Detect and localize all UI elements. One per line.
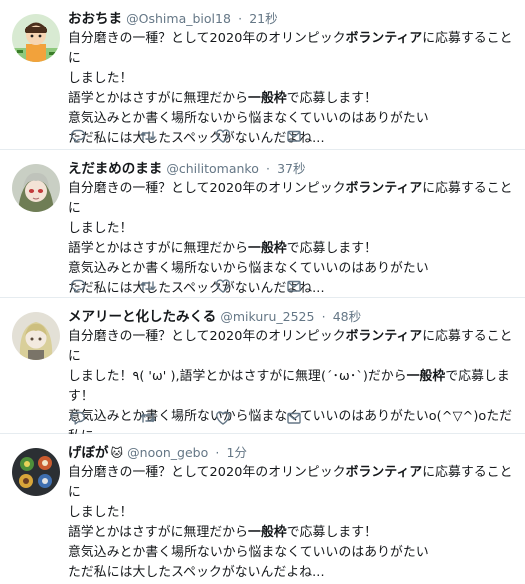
tweet-text-line: 自分磨きの一種？として2020年のオリンピックボランティアに応募することに (68, 329, 513, 364)
highlighted-keyword: ボランティア (345, 329, 423, 344)
tweet-header: げぼが 🐱 @noon_gebo · 1分 (68, 444, 515, 462)
tweet-text-line: 自分磨きの一種？として2020年のオリンピックボランティアに応募することに (68, 31, 513, 66)
tweet-text-line: 意気込みとか書く場所ないから悩まなくていいのはありがたい (68, 545, 429, 560)
like-button[interactable] (213, 408, 233, 428)
reply-button[interactable] (68, 276, 88, 296)
dm-icon (286, 410, 302, 426)
highlighted-keyword: ボランティア (345, 31, 423, 46)
direct-message-button[interactable] (284, 126, 304, 146)
timestamp[interactable]: 1分 (227, 445, 247, 460)
user-handle[interactable]: @chilitomanko (166, 161, 258, 176)
tweet-text-line: ただ私には大したスペックがないんだよね... (68, 565, 325, 580)
reply-button[interactable] (68, 126, 88, 146)
user-handle[interactable]: @noon_gebo (127, 445, 208, 460)
retweet-button[interactable] (138, 126, 158, 146)
cat-emoji-icon: 🐱 (110, 446, 124, 460)
highlighted-keyword: 一般枠 (248, 525, 287, 540)
avatar[interactable] (12, 448, 60, 496)
tweet-header: メアリーと化したみくる @mikuru_2525 · 48秒 (68, 308, 515, 326)
tweet[interactable]: メアリーと化したみくる @mikuru_2525 · 48秒 自分磨きの一種？と… (0, 298, 525, 464)
avatar[interactable] (12, 164, 60, 212)
tweet-text-line: しました！ (68, 221, 133, 236)
tweet-feed: おおちま @Oshima_biol18 · 21秒 自分磨きの一種？として202… (0, 0, 525, 584)
retweet-icon (139, 410, 157, 426)
timestamp[interactable]: 21秒 (249, 11, 277, 26)
highlighted-keyword: 一般枠 (248, 241, 287, 256)
tweet[interactable]: おおちま @Oshima_biol18 · 21秒 自分磨きの一種？として202… (0, 0, 525, 150)
tweet-actions (68, 276, 308, 296)
direct-message-button[interactable] (284, 276, 304, 296)
tweet-text-line: 語学とかはさすがに無理だから一般枠で応募します！ (68, 525, 378, 540)
tweet-header: えだまめのまま @chilitomanko · 37秒 (68, 160, 515, 178)
highlighted-keyword: ボランティア (345, 465, 423, 480)
reply-icon (70, 278, 86, 294)
display-name[interactable]: メアリーと化したみくる (68, 309, 216, 325)
user-handle[interactable]: @mikuru_2525 (220, 309, 314, 324)
tweet-text-line: 語学とかはさすがに無理だから一般枠で応募します！ (68, 91, 378, 106)
tweet-actions (68, 408, 308, 428)
direct-message-button[interactable] (284, 408, 304, 428)
tweet-body: げぼが 🐱 @noon_gebo · 1分 自分磨きの一種？として2020年のオリ… (68, 444, 515, 583)
reply-button[interactable] (68, 408, 88, 428)
display-name[interactable]: げぼが (68, 445, 109, 461)
tweet-text-line: 語学とかはさすがに無理だから一般枠で応募します！ (68, 241, 378, 256)
like-icon (215, 128, 231, 144)
dm-icon (286, 128, 302, 144)
reply-icon (70, 128, 86, 144)
like-button[interactable] (213, 126, 233, 146)
highlighted-keyword: ボランティア (345, 181, 423, 196)
like-icon (215, 410, 231, 426)
tweet-text-line: しました！٩( 'ω' ),語学とかはさすがに無理(´･ω･`)だから一般枠で応… (68, 369, 510, 404)
highlighted-keyword: 一般枠 (248, 91, 287, 106)
tweet-text: 自分磨きの一種？として2020年のオリンピックボランティアに応募することにしまし… (68, 463, 515, 583)
display-name[interactable]: えだまめのまま (68, 161, 162, 177)
user-handle[interactable]: @Oshima_biol18 (126, 11, 231, 26)
retweet-button[interactable] (138, 276, 158, 296)
like-icon (215, 278, 231, 294)
tweet-header: おおちま @Oshima_biol18 · 21秒 (68, 10, 515, 28)
tweet-text-line: しました！ (68, 71, 133, 86)
separator: · (265, 161, 270, 176)
separator: · (238, 11, 243, 26)
dm-icon (286, 278, 302, 294)
retweet-button[interactable] (138, 408, 158, 428)
avatar[interactable] (12, 14, 60, 62)
tweet-text-line: しました！ (68, 505, 133, 520)
separator: · (215, 445, 220, 460)
like-button[interactable] (213, 276, 233, 296)
tweet[interactable]: えだまめのまま @chilitomanko · 37秒 自分磨きの一種？として2… (0, 150, 525, 298)
avatar[interactable] (12, 312, 60, 360)
reply-icon (70, 410, 86, 426)
display-name[interactable]: おおちま (68, 11, 122, 27)
tweet-text-line: 自分磨きの一種？として2020年のオリンピックボランティアに応募することに (68, 465, 513, 500)
separator: · (321, 309, 326, 324)
timestamp[interactable]: 48秒 (333, 309, 361, 324)
retweet-icon (139, 278, 157, 294)
highlighted-keyword: 一般枠 (406, 369, 446, 384)
tweet-actions (68, 126, 308, 146)
timestamp[interactable]: 37秒 (277, 161, 305, 176)
retweet-icon (139, 128, 157, 144)
tweet-text-line: 自分磨きの一種？として2020年のオリンピックボランティアに応募することに (68, 181, 513, 216)
tweet[interactable]: げぼが 🐱 @noon_gebo · 1分 自分磨きの一種？として2020年のオリ… (0, 434, 525, 584)
